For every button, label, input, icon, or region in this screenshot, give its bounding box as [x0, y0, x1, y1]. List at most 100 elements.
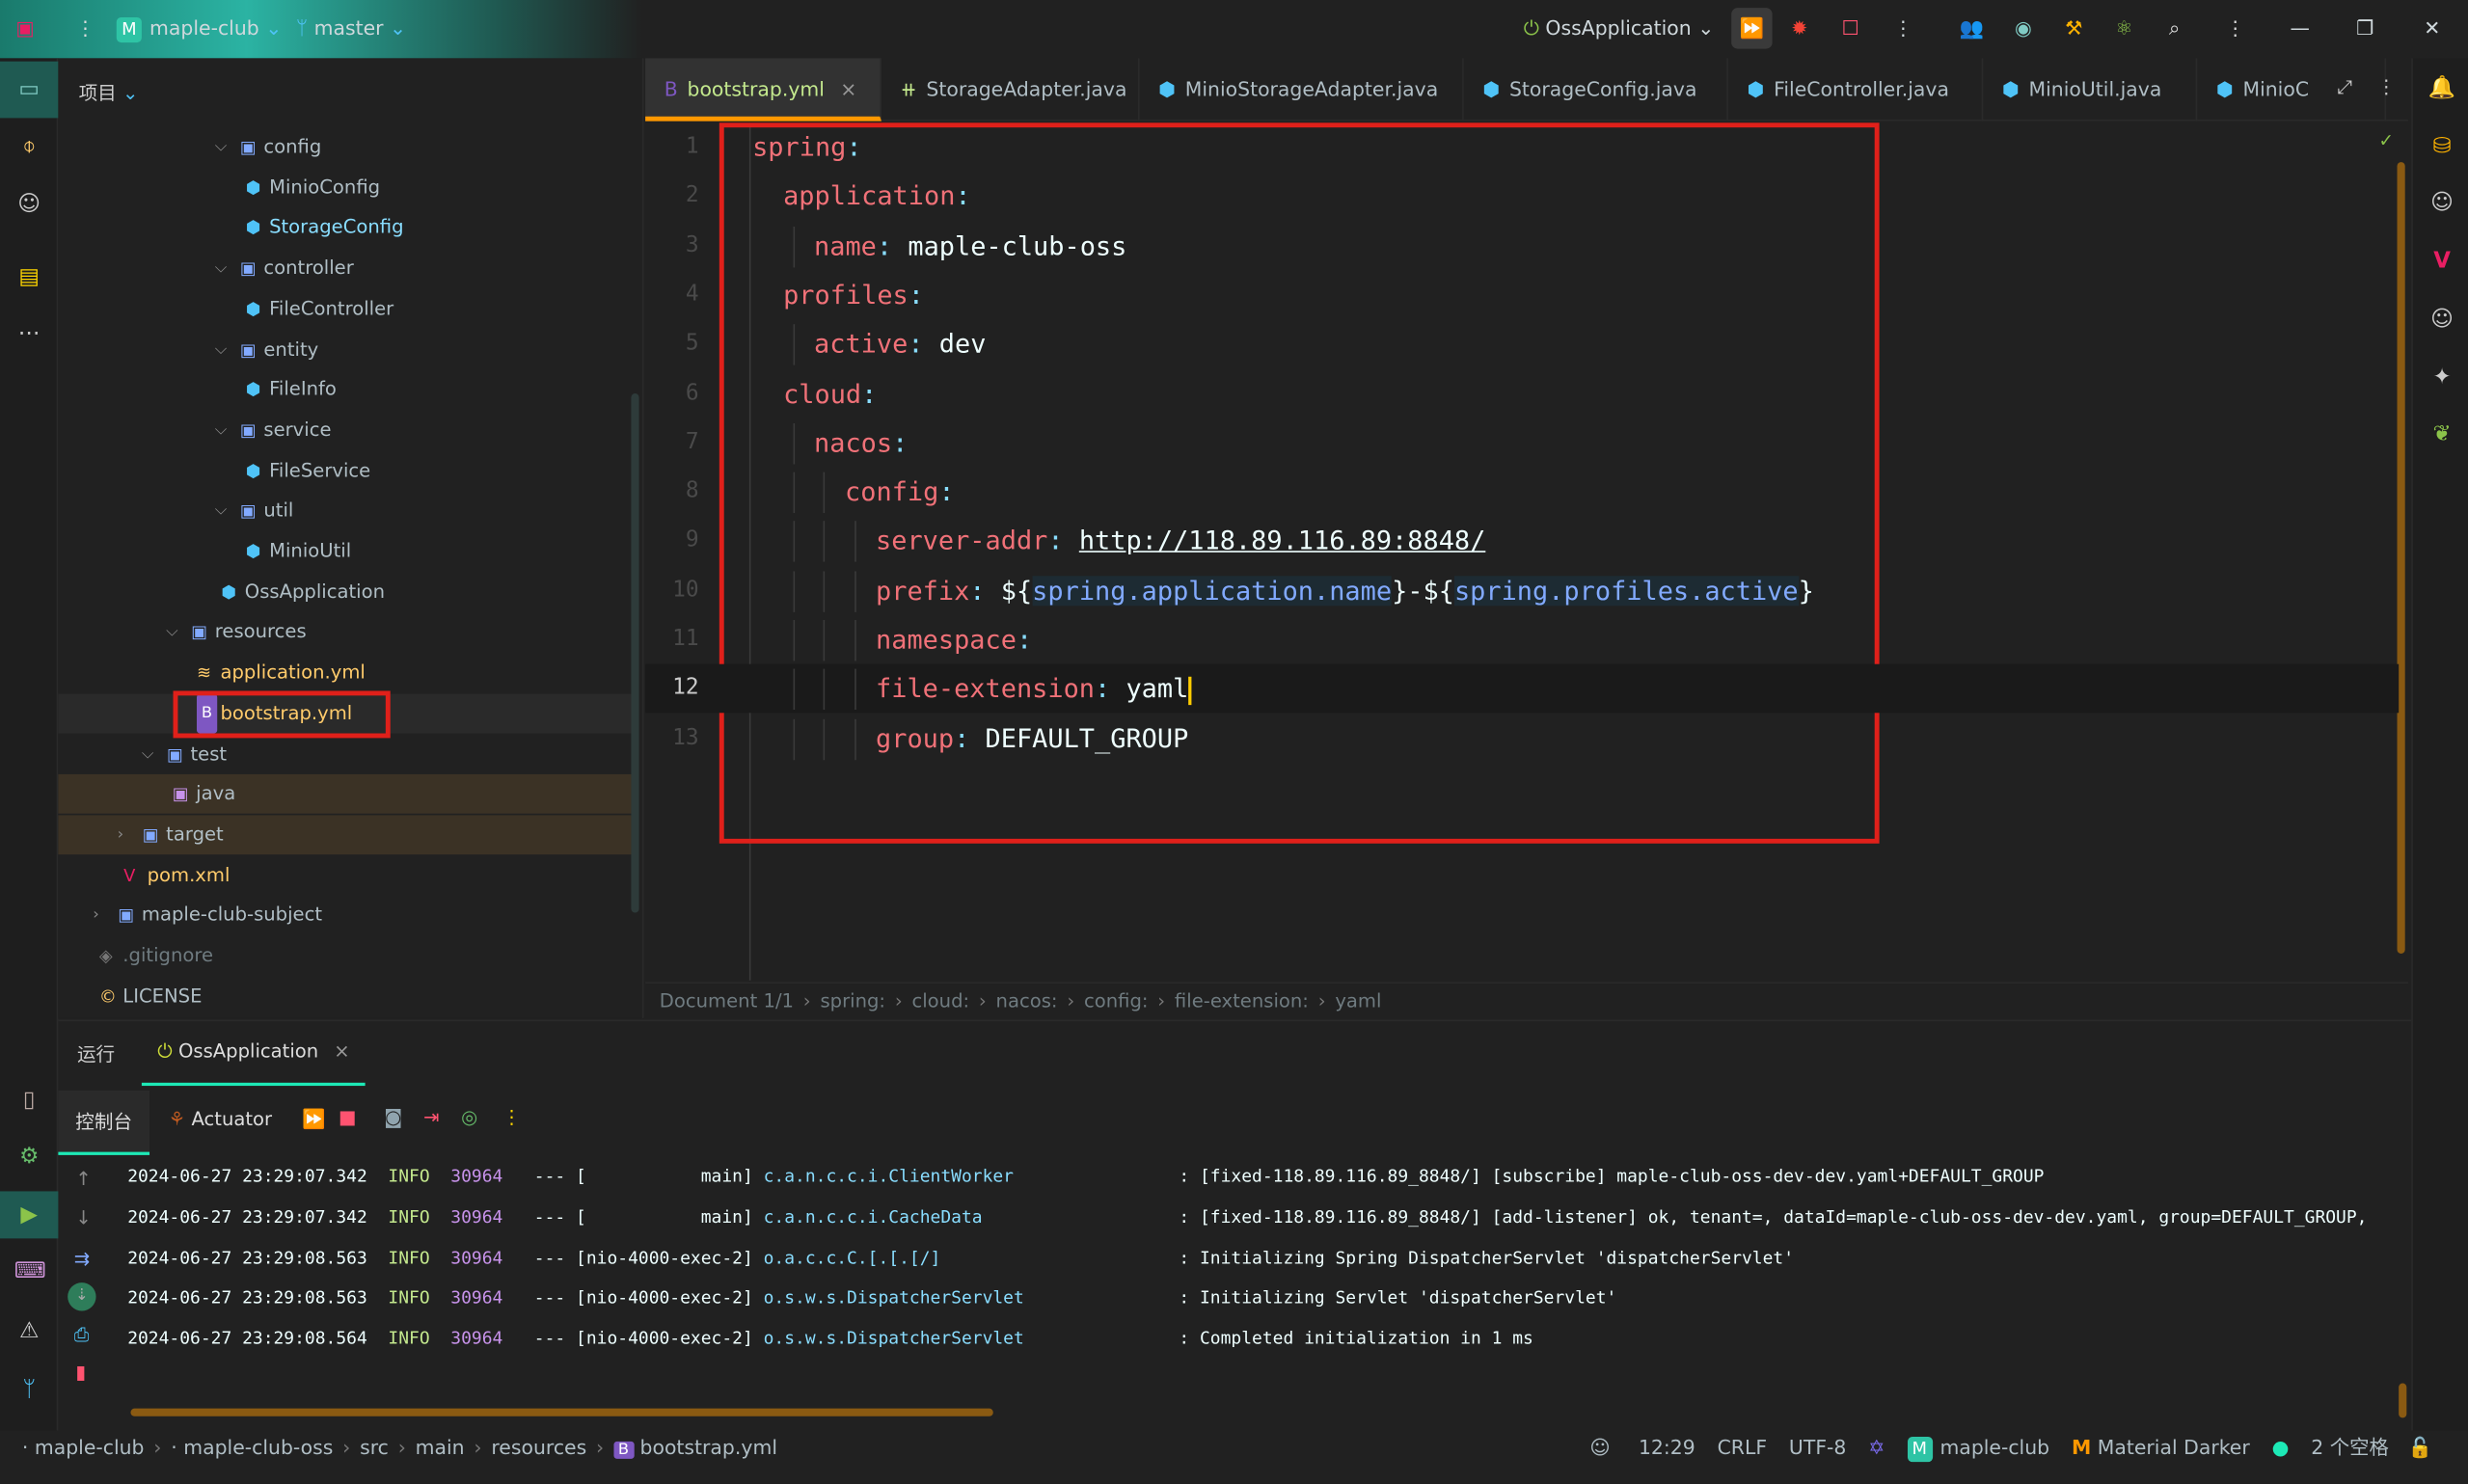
project-selector[interactable]: Mmaple-club ⌄ [116, 15, 282, 42]
tree-item[interactable]: ⬢ MinioUtil [58, 532, 634, 572]
tab-minioutil-java[interactable]: ⬢ MinioUtil.java [1983, 58, 2198, 121]
record-icon[interactable]: ◉ [2015, 15, 2032, 39]
chevron-right-icon[interactable]: › [93, 896, 99, 935]
lock-icon[interactable]: 🔓 [2407, 1435, 2431, 1458]
bookmarks-icon[interactable]: ▯ [14, 1086, 44, 1116]
maven-icon[interactable]: V [2427, 247, 2457, 277]
restore-button[interactable]: ❐ [2356, 15, 2373, 39]
scroll-down-icon[interactable]: ↓ [75, 1207, 91, 1229]
commit-icon[interactable]: ⌽ [14, 132, 44, 162]
breadcrumb-item[interactable]: file-extension: [1175, 990, 1309, 1012]
tree-item[interactable]: ⌵ ▣ resources [58, 612, 634, 652]
tree-item[interactable]: ⌵ ▣ controller [58, 249, 634, 288]
structure-icon[interactable]: ▤ [14, 263, 44, 293]
tab-actuator[interactable]: ⚘ Actuator [169, 1108, 272, 1130]
chevron-down-icon[interactable]: ⌵ [215, 127, 227, 167]
more-icon[interactable]: ⋮ [1893, 15, 1912, 39]
plugin-status-icon[interactable]: ✡ [1868, 1435, 1885, 1458]
exit-icon[interactable]: ⇥ [423, 1106, 439, 1128]
status-dot-icon[interactable]: ● [2272, 1435, 2290, 1458]
copilot-icon[interactable]: ☺ [14, 190, 44, 220]
tree-item[interactable]: ⬢ FileController [58, 289, 634, 329]
tools-icon[interactable]: ⚒ [2065, 15, 2082, 39]
problems-icon[interactable]: ⚠ [14, 1317, 44, 1347]
file-encoding[interactable]: UTF-8 [1789, 1435, 1846, 1458]
line-separator[interactable]: CRLF [1718, 1435, 1768, 1458]
close-tab-icon[interactable]: × [334, 1040, 349, 1063]
status-project[interactable]: Mmaple-club [1907, 1435, 2049, 1462]
chevron-right-icon[interactable]: › [118, 815, 124, 854]
chevron-down-icon[interactable]: ⌵ [215, 492, 227, 531]
more-tools-icon[interactable]: ⋯ [14, 319, 44, 349]
branch-selector[interactable]: ᛘ master ⌄ [296, 15, 406, 39]
tab-options-icon[interactable]: ⋮ [2376, 75, 2396, 97]
chevron-down-icon[interactable]: ⌵ [215, 249, 227, 288]
notifications-icon[interactable]: 🔔 [2427, 74, 2457, 104]
maximize-editor-icon[interactable]: ⤢ [2338, 75, 2353, 98]
tab-storageadapter-java[interactable]: ⧺ StorageAdapter.java [881, 58, 1140, 121]
tab-miniostorageadapter-java[interactable]: ⬢ MinioStorageAdapter.java [1140, 58, 1464, 121]
status-path-item[interactable]: resources [491, 1435, 586, 1458]
scroll-up-icon[interactable]: ↑ [75, 1168, 91, 1190]
intellij-logo-icon[interactable]: ▣ [15, 15, 34, 39]
breadcrumb-item[interactable]: nacos: [996, 990, 1058, 1012]
tab-filecontroller-java[interactable]: ⬢ FileController.java [1728, 58, 1984, 121]
breadcrumb-item[interactable]: spring: [820, 990, 885, 1012]
spring-icon[interactable]: ❦ [2427, 420, 2457, 450]
ai-assistant-icon[interactable]: ⚛ [2115, 15, 2132, 39]
url-link[interactable]: http://118.89.116.89:8848/ [1079, 526, 1486, 556]
theme-switcher[interactable]: M Material Darker [2072, 1435, 2250, 1458]
minimize-button[interactable]: — [2291, 15, 2310, 39]
services-icon[interactable]: ⚙ [14, 1143, 44, 1173]
chevron-down-icon[interactable]: ⌵ [142, 734, 153, 773]
screenshot-icon[interactable]: ◙ [384, 1106, 402, 1128]
copilot-status-icon[interactable]: ☺ [1589, 1435, 1610, 1458]
ai-icon[interactable]: ✦ [2427, 364, 2457, 393]
tree-item[interactable]: ⌵ ▣ util [58, 492, 634, 531]
indent-setting[interactable]: 2 个空格 [2311, 1435, 2389, 1458]
scroll-to-end-icon[interactable]: ⇣ [68, 1282, 96, 1311]
console-vertical-scrollbar[interactable] [2399, 1383, 2407, 1418]
tree-item[interactable]: ⌵ ▣ service [58, 411, 634, 450]
chevron-down-icon[interactable]: ⌵ [215, 330, 227, 369]
tab-storageconfig-java[interactable]: ⬢ StorageConfig.java [1464, 58, 1728, 121]
tree-item[interactable]: ⬢ StorageConfig [58, 208, 634, 248]
status-path-item[interactable]: maple-club-oss [183, 1435, 333, 1458]
close-tab-icon[interactable]: × [840, 77, 856, 100]
close-button[interactable]: ✕ [2424, 15, 2440, 39]
status-path-item[interactable]: maple-club [35, 1435, 145, 1458]
search-icon[interactable]: ⌕ [2169, 15, 2180, 40]
debug-icon[interactable]: ✹ [1791, 15, 1807, 39]
clear-icon[interactable]: ▮ [75, 1362, 86, 1384]
tree-item[interactable]: Vpom.xml [58, 855, 634, 895]
terminal-icon[interactable]: ⌨ [14, 1257, 46, 1287]
tree-item[interactable]: ⬢ OssApplication [58, 573, 634, 612]
breadcrumb-item[interactable]: cloud: [911, 990, 969, 1012]
tree-item[interactable]: Bbootstrap.yml [58, 690, 635, 739]
code-editor[interactable]: ✓ 1 spring: 2 application: 3 name: maple-cl… [645, 122, 2408, 981]
chevron-down-icon[interactable]: ⌵ [215, 411, 227, 450]
stop-icon[interactable]: ■ [339, 1106, 357, 1128]
more-icon[interactable]: ⋮ [502, 1106, 522, 1128]
breadcrumb-item[interactable]: config: [1084, 990, 1149, 1012]
console-horizontal-scrollbar[interactable] [130, 1408, 993, 1417]
tree-item[interactable]: ≋ application.yml [58, 653, 634, 692]
chevron-down-icon[interactable]: ⌵ [166, 612, 177, 652]
tree-item[interactable]: ⬢ MinioConfig [58, 168, 634, 207]
tab-oss-application[interactable]: ⏻ OssApplication × [141, 1021, 366, 1087]
tree-item[interactable]: ⬢ FileInfo [58, 370, 634, 410]
project-panel-header[interactable]: 项目 ⌄ [79, 79, 139, 106]
tab-minioc[interactable]: ⬢ MinioC [2197, 58, 2387, 121]
print-icon[interactable]: ⎙ [74, 1324, 90, 1347]
stop-button[interactable]: ☐ [1841, 15, 1858, 39]
tree-item[interactable]: © LICENSE [58, 977, 634, 1016]
breadcrumb-item[interactable]: yaml [1335, 990, 1381, 1012]
tab-console[interactable]: 控制台 [58, 1090, 150, 1155]
cursor-position[interactable]: 12:29 [1639, 1435, 1695, 1458]
tree-item[interactable]: ◈ .gitignore [58, 936, 634, 976]
database-icon[interactable]: ⛁ [2427, 132, 2457, 162]
git-icon[interactable]: ᛘ [14, 1375, 44, 1405]
tree-item[interactable]: ▣ java [58, 774, 635, 815]
project-view-icon[interactable]: ▭ [0, 61, 59, 119]
tree-item[interactable]: ⬢ FileService [58, 451, 634, 491]
